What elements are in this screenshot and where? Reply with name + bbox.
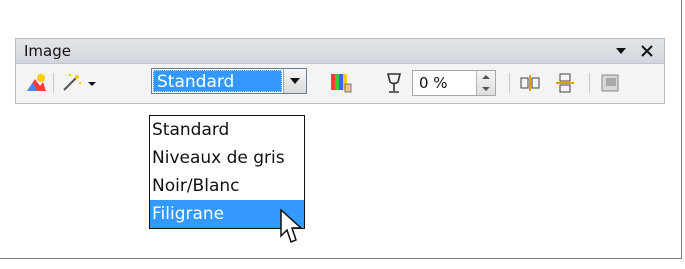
toolbar-titlebar: Image bbox=[16, 39, 664, 64]
image-toolbar-window: Image Standard 0 % bbox=[15, 38, 665, 104]
transparency-icon[interactable] bbox=[382, 72, 406, 94]
mouse-cursor-icon bbox=[280, 208, 303, 243]
flip-horizontal-icon[interactable] bbox=[552, 72, 578, 94]
toolbar-separator bbox=[589, 73, 590, 93]
transparency-spinbox[interactable]: 0 % bbox=[412, 70, 496, 96]
toolbar-separator bbox=[509, 73, 510, 93]
graphics-mode-value: Standard bbox=[153, 70, 282, 92]
dropdown-option-standard[interactable]: Standard bbox=[150, 116, 304, 144]
transparency-stepper[interactable] bbox=[476, 71, 495, 95]
graphics-mode-select[interactable]: Standard bbox=[151, 68, 307, 94]
close-icon[interactable] bbox=[638, 42, 656, 60]
chevron-down-icon[interactable] bbox=[283, 69, 306, 93]
crop-icon[interactable] bbox=[598, 72, 622, 94]
dropdown-option-niveaux-de-gris[interactable]: Niveaux de gris bbox=[150, 144, 304, 172]
dropdown-option-noir-blanc[interactable]: Noir/Blanc bbox=[150, 172, 304, 200]
toolbar-row: Standard 0 % bbox=[16, 64, 664, 102]
chevron-down-icon[interactable] bbox=[477, 83, 495, 95]
toolbar-title: Image bbox=[24, 42, 71, 60]
color-icon[interactable] bbox=[328, 72, 356, 94]
chevron-up-icon[interactable] bbox=[477, 71, 495, 83]
image-icon[interactable] bbox=[24, 72, 48, 94]
transparency-value[interactable]: 0 % bbox=[413, 71, 476, 95]
magic-wand-icon[interactable] bbox=[59, 72, 99, 94]
dropdown-arrow-icon[interactable] bbox=[612, 42, 630, 60]
toolbar-separator bbox=[53, 73, 54, 93]
flip-vertical-icon[interactable] bbox=[517, 72, 543, 94]
